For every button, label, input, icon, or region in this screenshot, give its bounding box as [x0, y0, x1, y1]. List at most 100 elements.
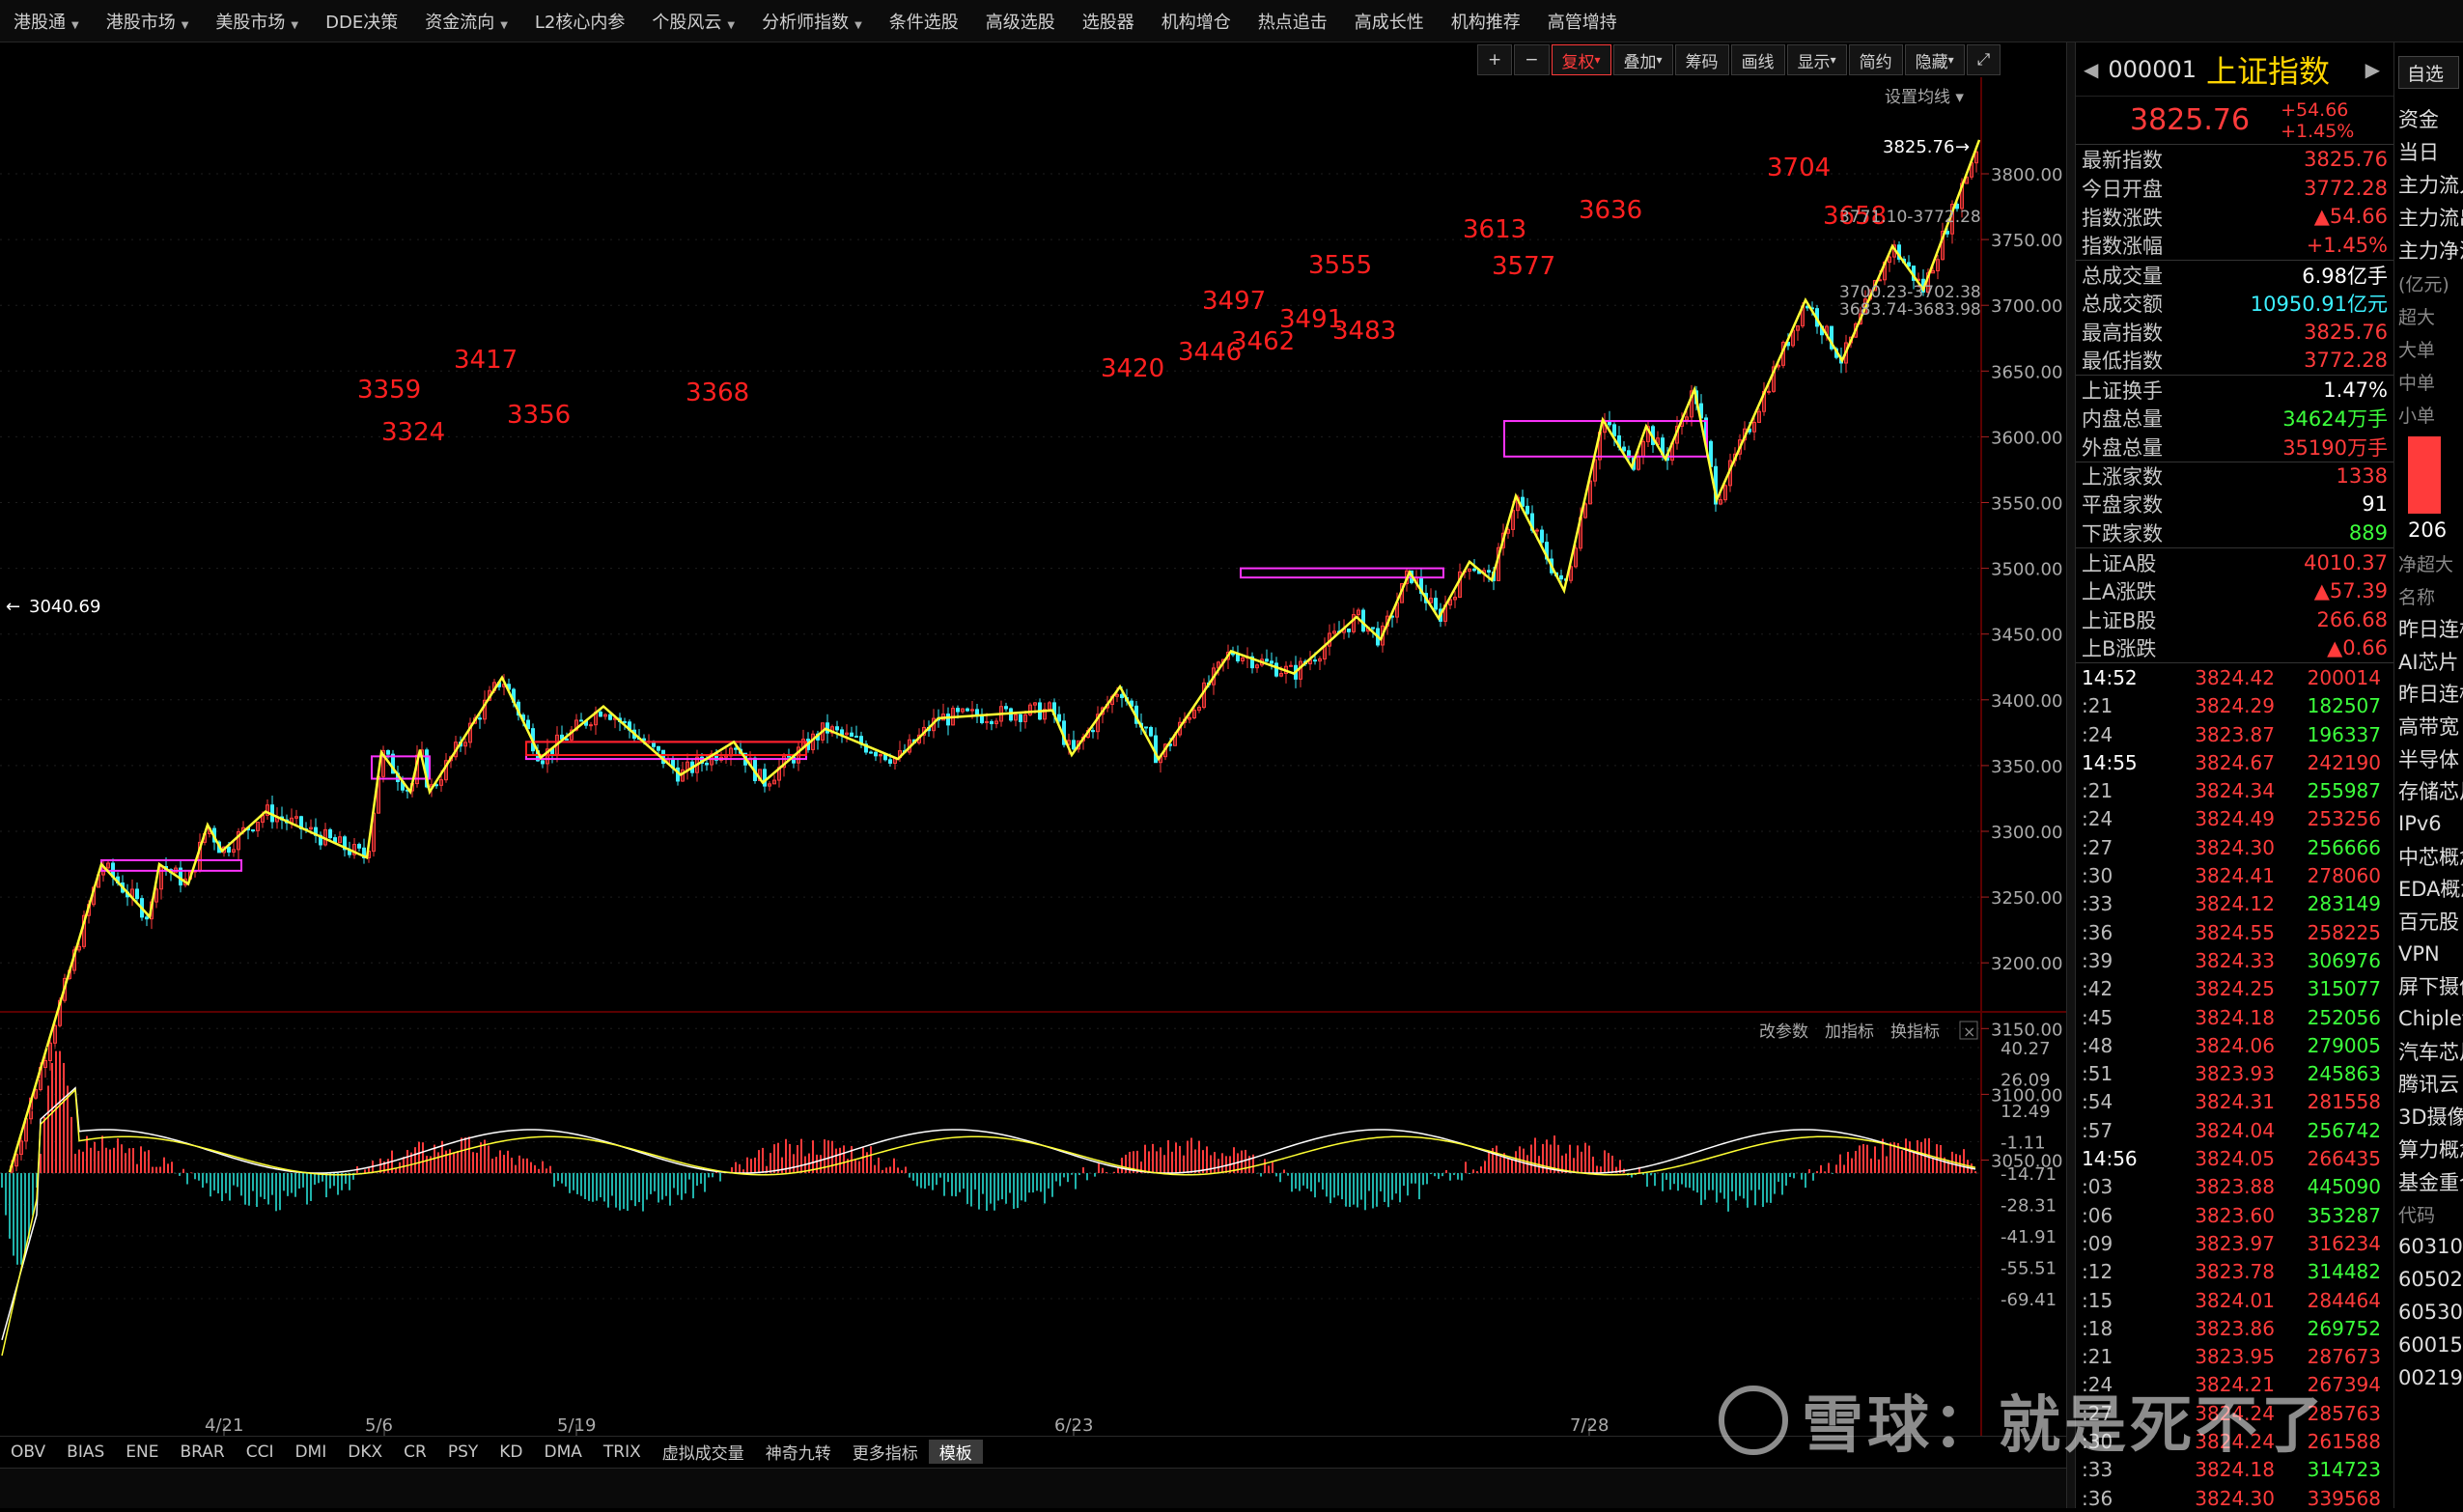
indicator-tab-9[interactable]: KD: [489, 1442, 533, 1462]
menu-item-7[interactable]: 分析师指数 ▼: [748, 9, 876, 34]
menu-item-14[interactable]: 机构推荐: [1438, 9, 1534, 34]
toolbar-button-8[interactable]: 隐藏 ▾: [1904, 44, 1965, 75]
candle-body: [1274, 662, 1278, 677]
toolbar-button-1[interactable]: −: [1514, 44, 1550, 75]
candle-body: [1091, 730, 1095, 733]
toolbar-button-3[interactable]: 叠加 ▾: [1612, 44, 1673, 75]
code-item[interactable]: 600156: [2394, 1329, 2463, 1361]
pivot-label: 3497: [1202, 287, 1266, 316]
menu-item-6[interactable]: 个股风云 ▼: [638, 9, 748, 34]
indicator-tab-8[interactable]: PSY: [437, 1442, 489, 1462]
indicator-tab-5[interactable]: DMI: [284, 1442, 337, 1462]
concept-item[interactable]: 汽车芯片: [2394, 1035, 2463, 1068]
indicator-tab-15[interactable]: 模板: [928, 1440, 983, 1464]
stat-value: 3825.76: [2304, 147, 2388, 171]
concept-item[interactable]: 腾讯云: [2394, 1068, 2463, 1101]
tick-time: :48: [2082, 1033, 2113, 1057]
indicator-tab-6[interactable]: DKX: [337, 1442, 393, 1462]
capital-item[interactable]: 当日: [2394, 135, 2463, 168]
indicator-tab-10[interactable]: DMA: [534, 1442, 593, 1462]
menu-item-11[interactable]: 机构增仓: [1148, 9, 1245, 34]
tick-volume: 252056: [2307, 1005, 2381, 1029]
toolbar-button-2[interactable]: 复权 ▾: [1551, 44, 1611, 75]
concept-item[interactable]: IPv6: [2394, 807, 2463, 840]
price-change-pct: +1.45%: [2281, 120, 2355, 142]
concept-item[interactable]: Chiplet: [2394, 1002, 2463, 1035]
concept-item[interactable]: EDA概念: [2394, 873, 2463, 906]
menu-item-1[interactable]: 港股市场 ▼: [93, 9, 203, 34]
code-item[interactable]: 605303: [2394, 1296, 2463, 1329]
side-panel: 自选资金当日主力流入主力流出主力净流 (亿元) 超大大单中单小单 206 净超大名称昨日…: [2394, 42, 2463, 1508]
tick-row: :24 3823.87 196337: [2076, 720, 2393, 748]
indicator-tab-2[interactable]: ENE: [115, 1442, 169, 1462]
toolbar-button-0[interactable]: +: [1477, 44, 1513, 75]
tick-row: :21 3824.34 255987: [2076, 777, 2393, 805]
menu-item-15[interactable]: 高管增持: [1534, 9, 1631, 34]
concept-item[interactable]: 半导体: [2394, 742, 2463, 775]
concept-item[interactable]: 3D摄像: [2394, 1100, 2463, 1133]
indicator-tab-14[interactable]: 更多指标: [842, 1440, 929, 1464]
concept-item[interactable]: 基金重仓: [2394, 1165, 2463, 1198]
dif-line: [1, 1086, 1976, 1341]
menu-item-4[interactable]: 资金流向 ▼: [411, 9, 521, 34]
capital-item[interactable]: 主力流出: [2394, 201, 2463, 234]
concept-item[interactable]: 昨日连板: [2394, 677, 2463, 710]
indicator-toolbar-button[interactable]: 改参数: [1759, 1022, 1808, 1042]
menu-item-3[interactable]: DDE决策: [312, 9, 411, 34]
next-stock-icon[interactable]: ▶: [2365, 58, 2380, 81]
concept-item[interactable]: AI芯片: [2394, 645, 2463, 678]
menu-item-5[interactable]: L2核心内参: [521, 9, 638, 34]
set-ma-label[interactable]: 设置均线 ▾: [1885, 88, 1964, 107]
indicator-tab-12[interactable]: 虚拟成交量: [652, 1440, 755, 1464]
concept-item[interactable]: 昨日连板: [2394, 612, 2463, 645]
capital-item[interactable]: 资金: [2394, 102, 2463, 135]
concept-item[interactable]: 高带宽: [2394, 710, 2463, 742]
pivot-label: 3368: [686, 378, 749, 407]
indicator-toolbar-button[interactable]: 加指标: [1825, 1022, 1874, 1042]
toolbar-button-9[interactable]: ⤢: [1966, 44, 2001, 75]
stat-value: 266.68: [2316, 607, 2388, 631]
indicator-toolbar-button[interactable]: 换指标: [1890, 1022, 1940, 1042]
concept-item[interactable]: 存储芯片: [2394, 774, 2463, 807]
menu-item-9[interactable]: 高级选股: [972, 9, 1069, 34]
prev-stock-icon[interactable]: ◀: [2084, 58, 2098, 81]
indicator-tab-0[interactable]: OBV: [0, 1442, 56, 1462]
menu-item-13[interactable]: 高成长性: [1341, 9, 1438, 34]
concept-item[interactable]: VPN: [2394, 938, 2463, 970]
indicator-tab-3[interactable]: BRAR: [169, 1442, 235, 1462]
menu-item-label: 港股市场: [105, 12, 176, 33]
menu-item-12[interactable]: 热点追击: [1245, 9, 1341, 34]
chevron-down-icon: ▼: [500, 19, 508, 31]
menu-item-label: 港股通: [14, 12, 66, 33]
menu-item-2[interactable]: 美股市场 ▼: [202, 9, 312, 34]
indicator-tab-1[interactable]: BIAS: [56, 1442, 115, 1462]
toolbar-button-4[interactable]: 筹码: [1674, 44, 1729, 75]
tick-row: :51 3823.93 245863: [2076, 1060, 2393, 1088]
toolbar-button-5[interactable]: 画线: [1730, 44, 1785, 75]
menu-item-10[interactable]: 选股器: [1069, 9, 1148, 34]
code-item[interactable]: 002190: [2394, 1361, 2463, 1394]
indicator-tab-11[interactable]: TRIX: [593, 1442, 652, 1462]
candle-body: [386, 749, 390, 755]
toolbar-button-7[interactable]: 简约: [1848, 44, 1903, 75]
candle-body: [1472, 568, 1476, 572]
indicator-tab-4[interactable]: CCI: [236, 1442, 285, 1462]
menu-item-8[interactable]: 条件选股: [876, 9, 972, 34]
toolbar-button-6[interactable]: 显示 ▾: [1786, 44, 1847, 75]
capital-item[interactable]: 主力流入: [2394, 168, 2463, 201]
concept-item[interactable]: 屏下摄像: [2394, 970, 2463, 1003]
code-item[interactable]: 603101: [2394, 1230, 2463, 1263]
add-watchlist-button[interactable]: 自选: [2398, 56, 2459, 89]
concept-item[interactable]: 百元股: [2394, 905, 2463, 938]
concept-item[interactable]: 算力概念: [2394, 1133, 2463, 1165]
panel-splitter[interactable]: [2066, 42, 2076, 1508]
candle-body: [227, 846, 231, 854]
code-item[interactable]: 605028: [2394, 1263, 2463, 1296]
indicator-tab-13[interactable]: 神奇九转: [755, 1440, 842, 1464]
menu-item-0[interactable]: 港股通 ▼: [0, 9, 93, 34]
capital-item[interactable]: 主力净流: [2394, 234, 2463, 266]
concept-item[interactable]: 中芯概念: [2394, 840, 2463, 873]
price-tick-label: 3800.00: [1991, 165, 2062, 185]
indicator-tab-7[interactable]: CR: [393, 1442, 437, 1462]
indicator-tick-label: -14.71: [2001, 1164, 2057, 1185]
